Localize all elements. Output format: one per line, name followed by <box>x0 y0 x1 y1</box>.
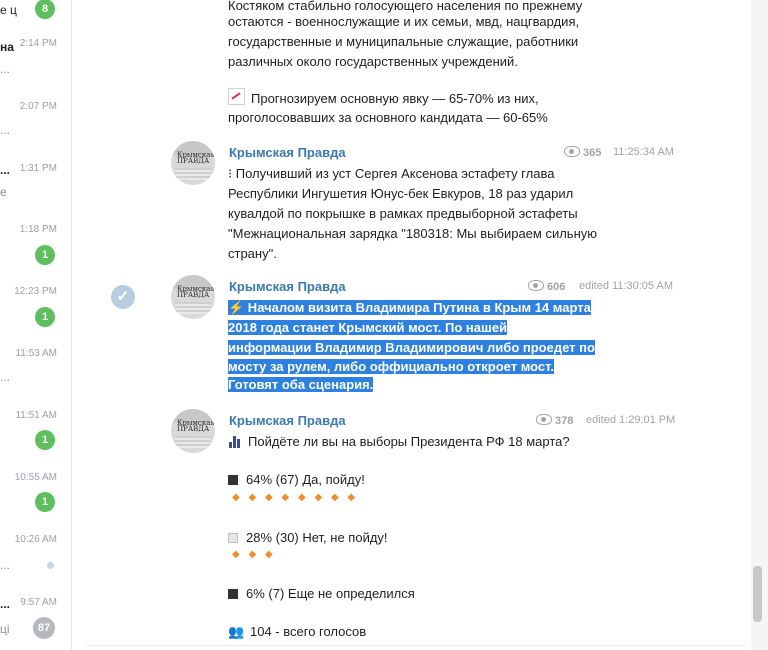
avatar-logo-text: Крымская ПРАВДА <box>177 419 215 433</box>
view-count: 365 <box>564 146 601 159</box>
view-count-value: 606 <box>547 281 566 293</box>
eye-icon <box>528 280 544 291</box>
chat-snippet: на <box>0 40 14 54</box>
message-author[interactable]: Крымская Правда <box>229 279 346 294</box>
black-square-icon <box>228 475 238 485</box>
scrollbar-thumb[interactable] <box>753 566 762 622</box>
poll-option: 28% (30) Нет, не пойду! <box>228 528 388 548</box>
eye-icon <box>536 414 552 425</box>
chat-snippet-secondary: ... <box>0 62 11 76</box>
unread-badge: 1 <box>35 430 55 450</box>
message-author[interactable]: Крымская Правда <box>229 413 346 428</box>
selected-text-line[interactable]: мосту за рулем, либо оффициально откроет… <box>228 357 554 376</box>
chart-icon <box>228 434 242 448</box>
channel-avatar[interactable]: Крымская ПРАВДА <box>171 409 215 453</box>
channel-avatar[interactable]: Крымская ПРАВДА <box>171 141 215 185</box>
unread-badge: 87 <box>33 617 55 639</box>
poll-total-text: 104 - всего голосов <box>250 624 367 639</box>
chat-list-item[interactable]: 11:53 AM ... <box>0 348 71 408</box>
selected-text-line[interactable]: 2018 года станет Крымский мост. По нашей <box>228 318 508 337</box>
view-count-value: 365 <box>583 147 602 159</box>
orange-diamond-icon: ◆◆◆ <box>232 549 282 560</box>
message-text-line: различных около государственных учрежден… <box>228 54 518 69</box>
chat-time: 10:55 AM <box>14 472 57 483</box>
chat-snippet: e ц <box>0 3 17 17</box>
chat-time: 11:51 AM <box>15 410 57 421</box>
chat-snippet-secondary: ... <box>0 123 11 137</box>
eye-icon <box>564 146 580 157</box>
forecast-line: Прогнозируем основную явку — 65-70% из н… <box>228 88 539 109</box>
lightning-icon: ⚡ <box>228 300 245 315</box>
chat-snippet: ... <box>0 597 11 611</box>
unread-badge: 1 <box>35 492 55 512</box>
checkmark-icon[interactable]: ✓ <box>111 285 135 309</box>
avatar-logo-text: Крымская ПРАВДА <box>177 151 215 165</box>
view-count-value: 378 <box>555 415 574 427</box>
view-count: 378 <box>536 414 573 427</box>
channel-avatar[interactable]: Крымская ПРАВДА <box>171 275 215 319</box>
chat-time: 10:26 AM <box>14 534 57 545</box>
chat-list-item[interactable]: 1:31 PM ... e <box>0 163 71 223</box>
unread-badge: 1 <box>35 307 55 327</box>
chat-list-item[interactable]: 10:26 AM ... <box>0 534 71 594</box>
chat-time: 1:18 PM <box>19 224 57 235</box>
chat-time: 1:31 PM <box>19 163 57 174</box>
chat-list-item[interactable]: 9:57 AM ... ці 87 <box>0 597 71 650</box>
poll-option-text: 28% (30) Нет, не пойду! <box>246 530 388 545</box>
chat-time: 11:53 AM <box>15 348 57 359</box>
scrollbar-track[interactable] <box>751 0 768 650</box>
chat-snippet-secondary: ... <box>0 558 11 572</box>
chat-time: 12:23 PM <box>14 286 57 297</box>
chat-list-item[interactable]: 2:14 PM на ... <box>0 38 71 98</box>
selected-text-line[interactable]: Готовят оба сценария. <box>228 375 374 394</box>
message-time: edited 1:29:01 PM <box>586 414 676 426</box>
message-text-line: проголосовавших за основного кандидата —… <box>228 110 548 125</box>
chat-snippet: ... <box>0 163 11 177</box>
unread-badge: 8 <box>35 0 55 19</box>
divider <box>86 645 746 646</box>
status-dot <box>47 562 54 569</box>
message-time: 11:25:34 AM <box>613 146 674 158</box>
chat-list-item[interactable]: 11:51 AM 1 <box>0 410 71 470</box>
chat-list-sidebar: e ц 8 2:14 PM на ... 2:07 PM ... 1:31 PM… <box>0 0 72 650</box>
chat-list-item[interactable]: 2:07 PM ... <box>0 101 71 161</box>
message-text-line: кувалдой по покрышке в рамках предвыборн… <box>228 206 578 221</box>
message-text-line: государственные и муниципальные служащие… <box>228 34 579 49</box>
poll-question: Пойдёте ли вы на выборы Президента РФ 18… <box>228 432 570 452</box>
white-square-icon <box>228 533 238 543</box>
chat-snippet-secondary: e <box>0 185 7 199</box>
message-time: edited 11:30:05 AM <box>579 280 673 292</box>
chart-increasing-icon <box>228 88 245 105</box>
poll-option: 64% (67) Да, пойду! <box>228 470 365 490</box>
poll-total: 👥 104 - всего голосов <box>228 622 366 642</box>
message-text-line: "Межнациональная зарядка "180318: Мы выб… <box>228 226 598 241</box>
black-square-icon <box>228 589 238 599</box>
chat-time: 9:57 AM <box>20 597 57 608</box>
forecast-text: Прогнозируем основную явку — 65-70% из н… <box>251 91 539 106</box>
chat-time: 2:07 PM <box>19 101 57 112</box>
avatar-logo-text: Крымская ПРАВДА <box>177 285 215 299</box>
poll-option-text: 64% (67) Да, пойду! <box>246 472 365 487</box>
chat-snippet-secondary: ці <box>0 622 10 636</box>
chat-list-item[interactable]: 10:55 AM 1 <box>0 472 71 532</box>
message-text-line: Республики Ингушетия Юнус-бек Евкуров, 1… <box>228 186 574 201</box>
selected-text-line[interactable]: информации Владимир Владимирович либо пр… <box>228 338 595 357</box>
chat-list-item[interactable]: 1:18 PM 1 <box>0 224 71 284</box>
message-text-line: остаются - военнослужащие и их семьи, мв… <box>228 14 580 29</box>
message-text-line: страну". <box>228 246 277 261</box>
selected-text-line[interactable]: ⚡ Началом визита Владимира Путина в Крым… <box>228 298 591 317</box>
message-text-line: ⁝ Получивший из уст Сергея Аксенова эста… <box>228 166 555 181</box>
poll-option-text: 6% (7) Еще не определился <box>246 586 415 601</box>
unread-badge: 1 <box>35 245 55 265</box>
view-count: 606 <box>528 280 565 293</box>
poll-option: 6% (7) Еще не определился <box>228 584 415 604</box>
chat-list-item[interactable]: 12:23 PM 1 <box>0 286 71 346</box>
orange-diamond-icon: ◆◆◆◆◆◆◆◆ <box>232 492 364 503</box>
people-icon: 👥 <box>228 624 245 639</box>
poll-question-text: Пойдёте ли вы на выборы Президента РФ 18… <box>248 434 570 449</box>
chat-snippet-secondary: ... <box>0 370 11 384</box>
chat-time: 2:14 PM <box>19 38 57 49</box>
message-author[interactable]: Крымская Правда <box>229 145 346 160</box>
